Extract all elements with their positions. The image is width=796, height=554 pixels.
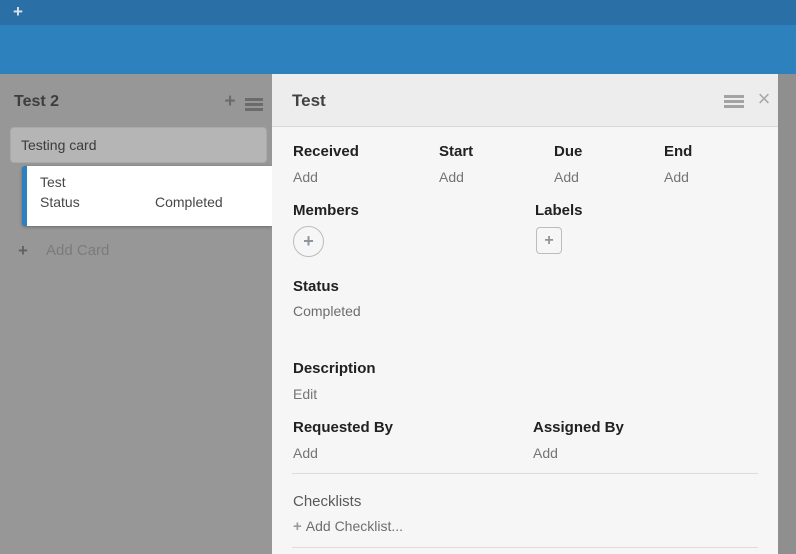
menu-bar — [724, 105, 744, 108]
start-label: Start — [439, 143, 473, 160]
end-label: End — [664, 143, 692, 160]
right-gutter — [778, 74, 796, 554]
panel-header: Test × — [272, 74, 778, 127]
menu-bar — [245, 98, 263, 101]
card-field-value: Completed — [155, 194, 223, 210]
description-label: Description — [293, 360, 376, 377]
due-add-link[interactable]: Add — [554, 169, 579, 185]
column-title: Test 2 — [14, 93, 59, 111]
card-title: Test — [40, 174, 66, 190]
add-checklist-label: Add Checklist... — [306, 518, 403, 534]
close-icon[interactable]: × — [753, 85, 775, 113]
start-add-link[interactable]: Add — [439, 169, 464, 185]
divider — [292, 547, 758, 548]
requested-by-add-link[interactable]: Add — [293, 445, 318, 461]
status-value: Completed — [293, 303, 361, 319]
top-nav-bar: + — [0, 0, 796, 25]
add-checklist-button[interactable]: +Add Checklist... — [293, 518, 403, 536]
add-board-icon[interactable]: + — [8, 1, 28, 23]
divider — [292, 473, 758, 474]
received-add-link[interactable]: Add — [293, 169, 318, 185]
checklists-label: Checklists — [293, 493, 361, 510]
menu-bar — [245, 108, 263, 111]
add-label-button[interactable]: + — [536, 227, 562, 254]
menu-bar — [724, 95, 744, 98]
add-member-button[interactable]: + — [293, 226, 324, 257]
labels-label: Labels — [535, 202, 583, 219]
add-card-label: Add Card — [46, 242, 109, 259]
menu-bar — [724, 100, 744, 103]
assigned-by-add-link[interactable]: Add — [533, 445, 558, 461]
card-detail-panel: Test × Received Start Due End Add Add Ad… — [272, 74, 778, 554]
menu-bar — [245, 103, 263, 106]
members-label: Members — [293, 202, 359, 219]
plus-icon: + — [293, 518, 302, 535]
column-add-icon[interactable]: + — [220, 92, 240, 112]
description-edit-link[interactable]: Edit — [293, 386, 317, 402]
card-field-label: Status — [40, 194, 80, 210]
board-header-bar — [0, 25, 796, 74]
panel-menu-icon[interactable] — [724, 95, 744, 108]
due-label: Due — [554, 143, 582, 160]
received-label: Received — [293, 143, 359, 160]
selected-card[interactable]: Test Status Completed — [22, 166, 272, 226]
assigned-by-label: Assigned By — [533, 419, 624, 436]
plus-icon: + — [18, 240, 28, 262]
requested-by-label: Requested By — [293, 419, 393, 436]
panel-title: Test — [292, 91, 326, 111]
end-add-link[interactable]: Add — [664, 169, 689, 185]
column-menu-icon[interactable] — [245, 98, 263, 112]
status-label: Status — [293, 278, 339, 295]
card-compose-input[interactable]: Testing card — [10, 127, 267, 163]
